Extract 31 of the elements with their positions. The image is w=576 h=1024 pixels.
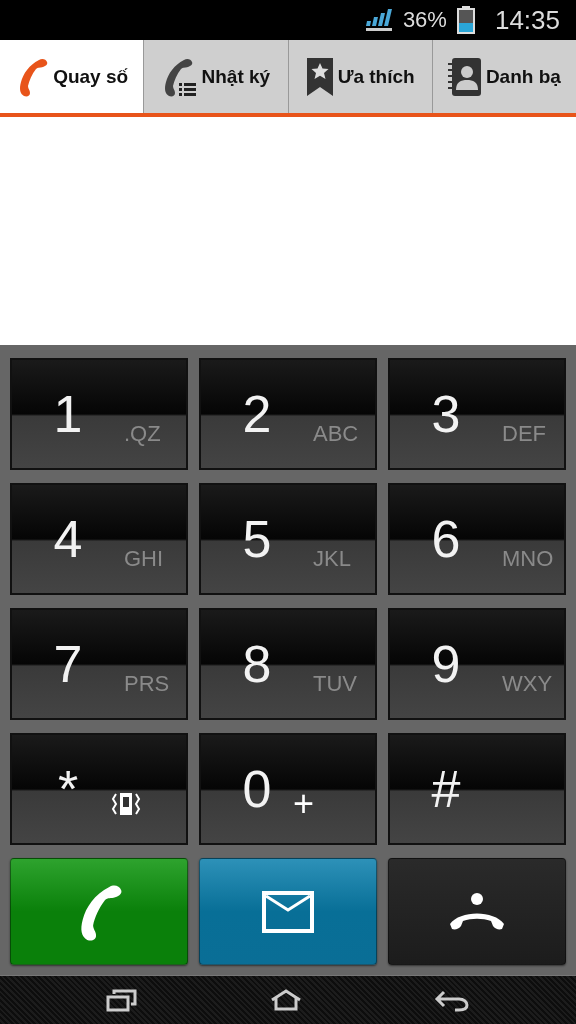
vibrate-icon [110,792,142,816]
dial-key[interactable]: # [388,733,566,845]
tab[interactable]: Nhật ký [143,40,288,113]
dial-key[interactable]: * [10,733,188,845]
dial-key[interactable]: 1 .QZ [10,358,188,470]
battery-icon [456,6,475,34]
dial-key[interactable]: 5 JKL [199,483,377,595]
dial-key[interactable]: 8 TUV [199,608,377,720]
signal-icon [364,8,393,32]
tab[interactable]: Ưa thích [287,40,432,113]
dial-key[interactable]: 7 PRS [10,608,188,720]
tab[interactable]: Danh bạ [431,40,576,113]
dial-key[interactable]: 9 WXY [388,608,566,720]
recent-apps-icon[interactable] [105,988,138,1012]
contact-book-icon [447,56,482,97]
envelope-icon [262,890,314,933]
battery-percent: 36% [402,7,447,33]
tab[interactable]: Quay số [0,40,144,113]
home-icon[interactable] [269,989,303,1011]
dial-key[interactable]: 4 GHI [10,483,188,595]
back-icon[interactable] [434,988,471,1012]
dial-key[interactable]: 2 ABC [199,358,377,470]
end-call-button[interactable] [388,858,566,965]
message-button[interactable] [199,858,377,965]
bookmark-star-icon [305,56,334,97]
dial-key[interactable]: 0 + [199,733,377,845]
clock-time: 14:35 [494,4,560,36]
dial-key[interactable]: 6 MNO [388,483,566,595]
dial-key[interactable]: 3 DEF [388,358,566,470]
call-button[interactable] [10,858,188,965]
hang-up-phone-icon [448,891,506,932]
